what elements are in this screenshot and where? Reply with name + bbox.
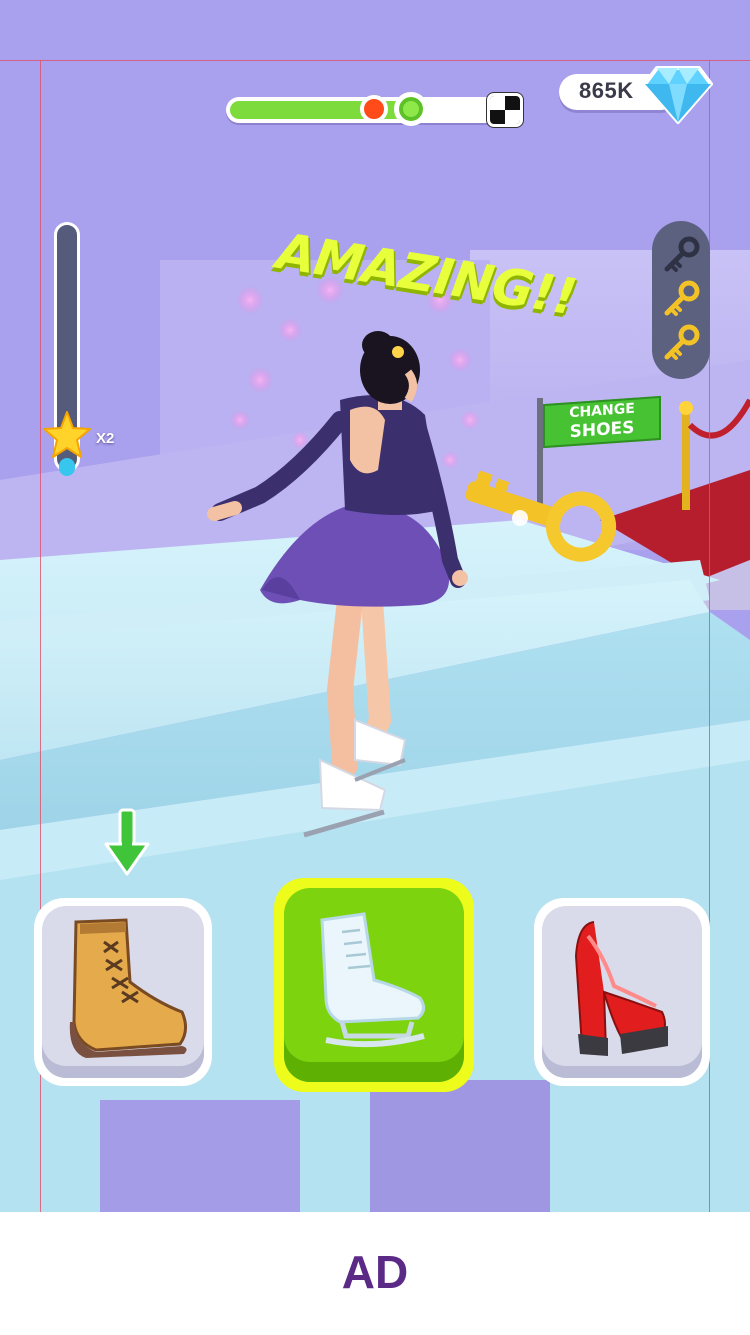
key-icon-empty	[664, 236, 700, 272]
boot-icon	[69, 918, 187, 1058]
multiplier-label: X2	[96, 430, 115, 447]
key-icon-collected	[664, 324, 700, 360]
diamond-icon	[643, 66, 713, 124]
shoe-option-high-heels-button[interactable]	[534, 898, 710, 1086]
star-icon	[43, 411, 91, 458]
ad-banner[interactable]: AD	[0, 1212, 750, 1335]
meter-fill	[59, 458, 75, 476]
keys-panel	[652, 221, 710, 379]
finish-flag-icon	[487, 93, 523, 127]
down-arrow-icon	[104, 808, 150, 876]
shoe-option-boot-button[interactable]	[34, 898, 212, 1086]
ice-skate-icon	[320, 912, 425, 1048]
game-viewport[interactable]: 865K AMAZING!! X2 CHANGE SHOES	[0, 0, 750, 1212]
ad-label: AD	[341, 1246, 409, 1298]
gem-counter[interactable]: 865K	[559, 66, 713, 130]
guide-line-top	[0, 60, 750, 61]
high-heel-icon	[574, 921, 668, 1056]
checkpoint-marker	[360, 95, 388, 123]
player-progress-marker	[394, 92, 428, 126]
shoe-option-ice-skate-button[interactable]	[274, 878, 474, 1092]
gem-count: 865K	[579, 78, 634, 103]
key-icon-collected	[664, 280, 700, 316]
multiplier-meter: X2	[40, 220, 120, 480]
change-shoes-sign: CHANGE SHOES	[543, 395, 661, 449]
level-progress-bar	[226, 92, 526, 127]
